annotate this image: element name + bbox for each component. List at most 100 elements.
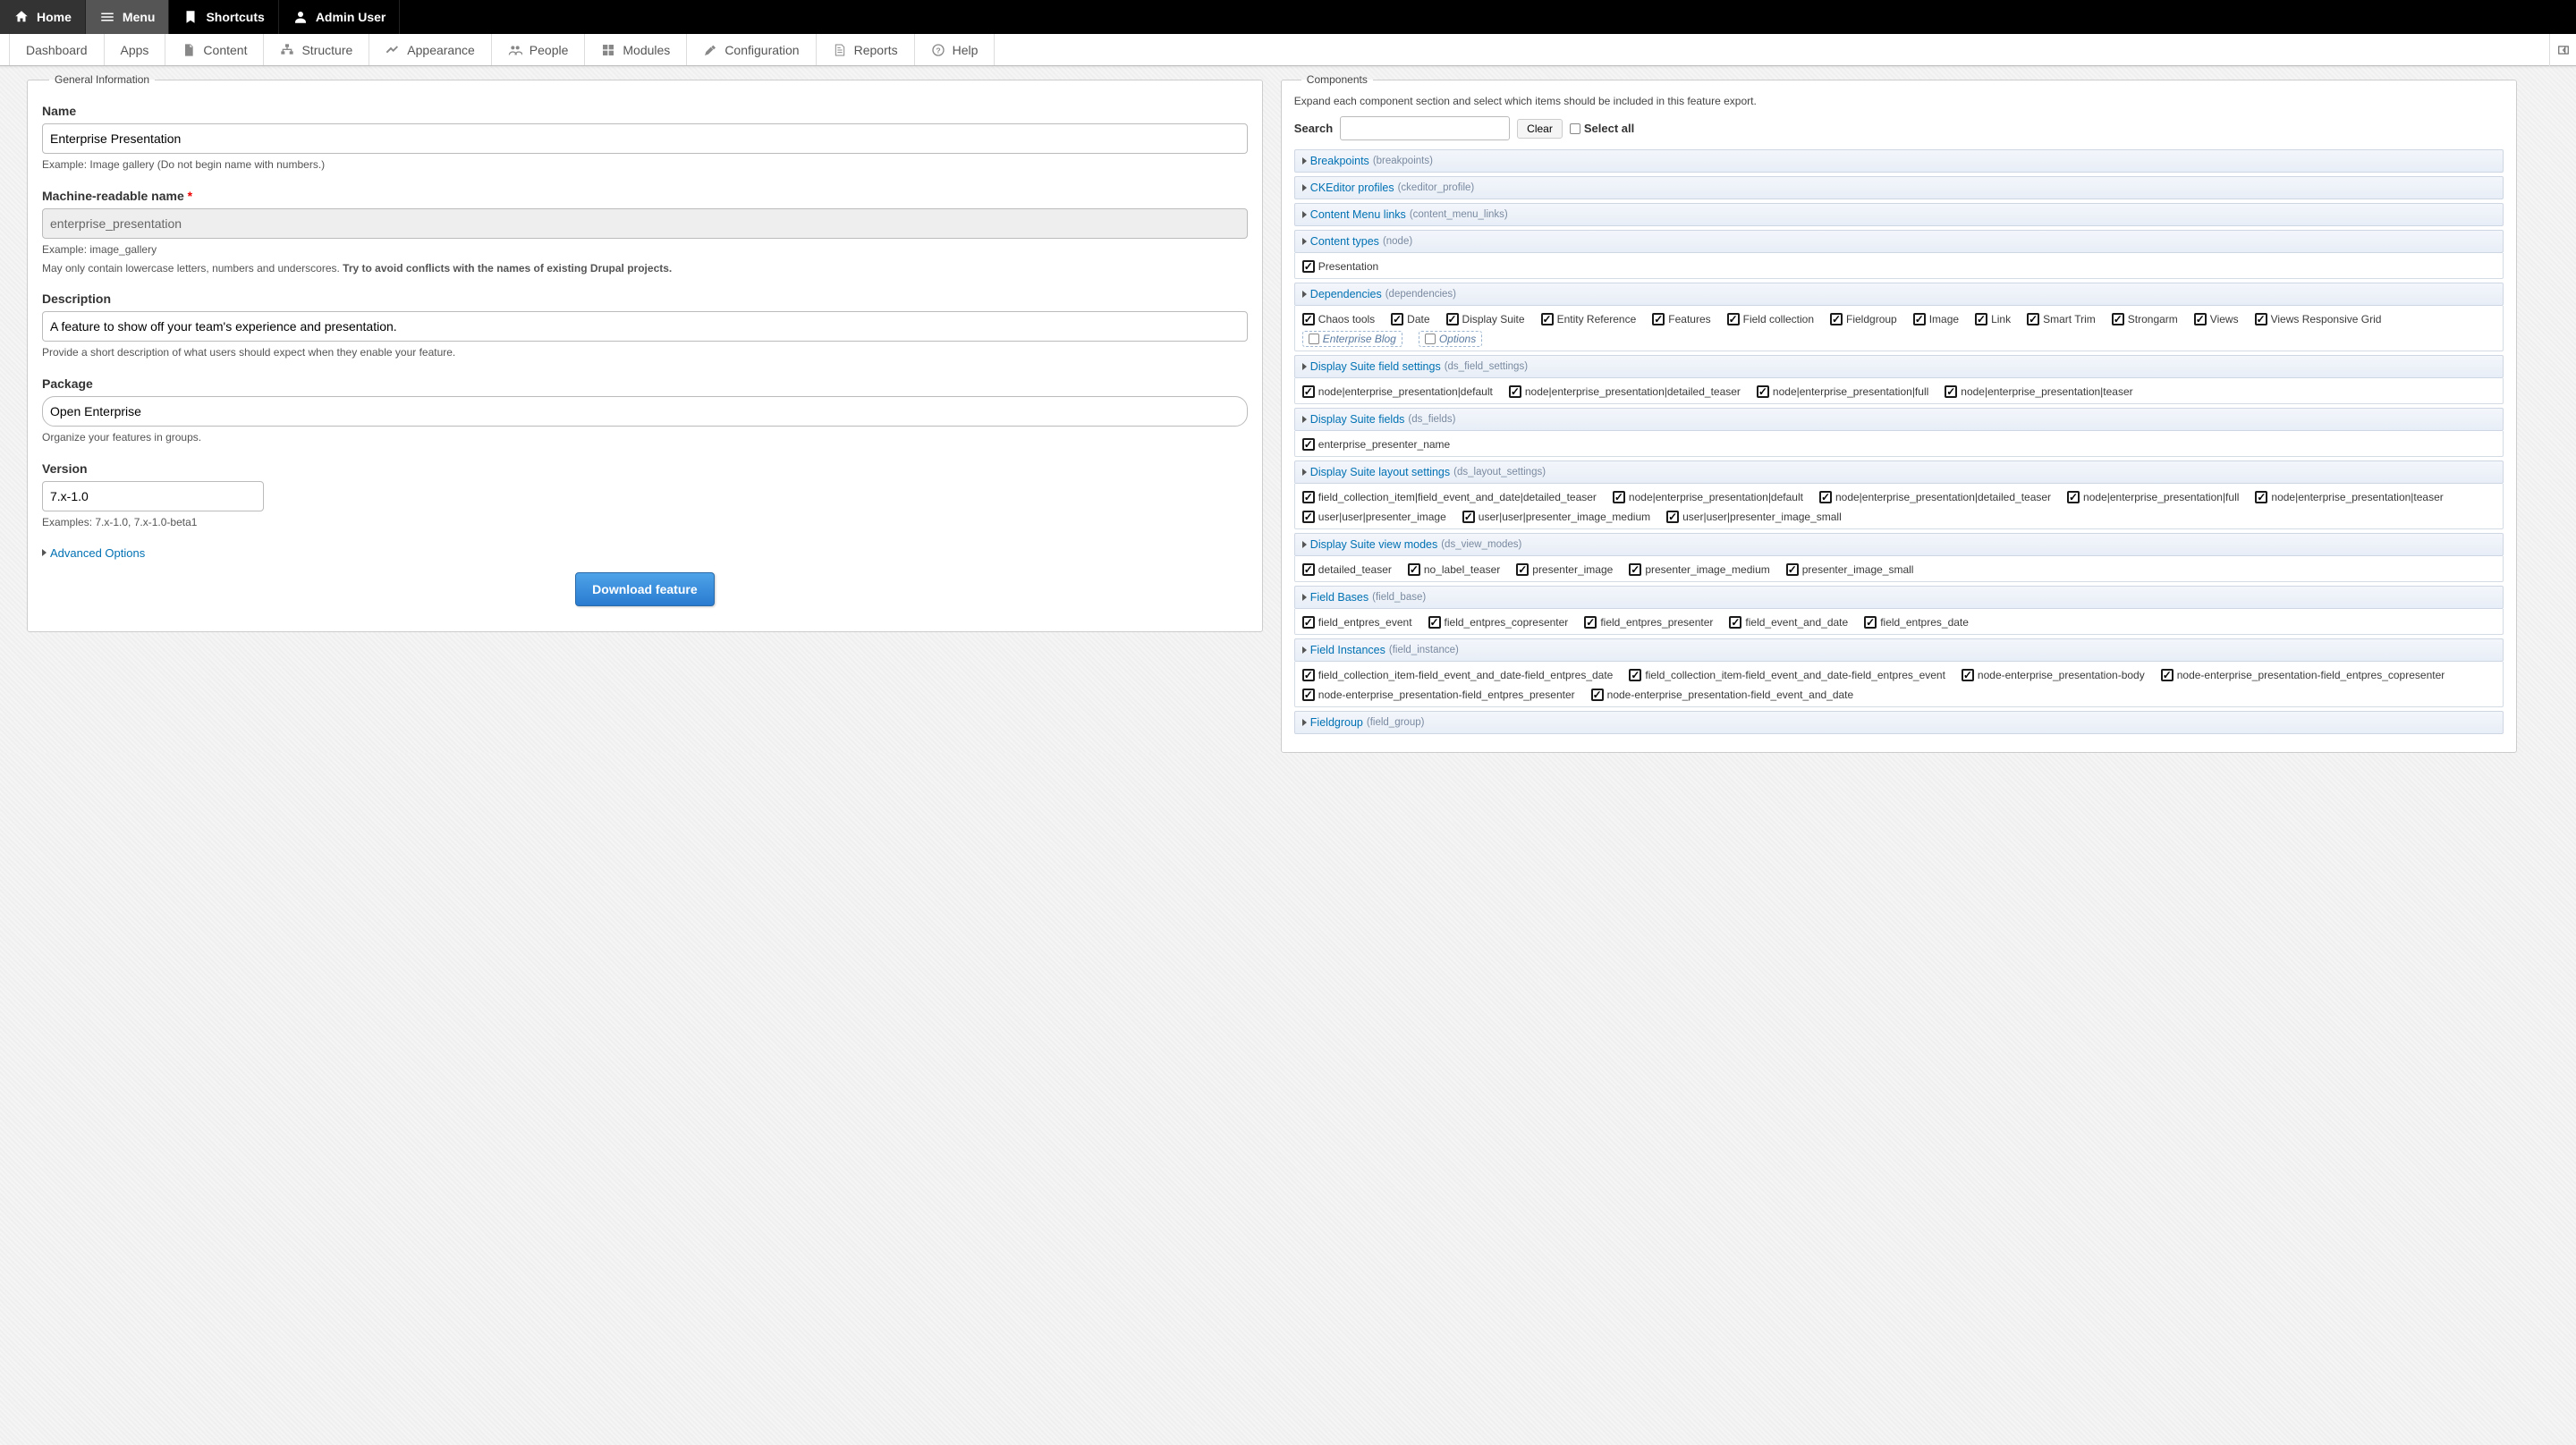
name-input[interactable]: [42, 123, 1248, 154]
component-section-header[interactable]: CKEditor profiles (ckeditor_profile): [1294, 176, 2504, 199]
component-item[interactable]: field_collection_item-field_event_and_da…: [1302, 667, 1614, 683]
download-feature-button[interactable]: Download feature: [575, 572, 714, 606]
select-all-wrapper[interactable]: Select all: [1570, 122, 1634, 135]
component-item[interactable]: user|user|presenter_image: [1302, 509, 1446, 525]
description-input[interactable]: [42, 311, 1248, 342]
component-item-checkbox[interactable]: [2255, 313, 2267, 325]
component-item[interactable]: presenter_image_small: [1786, 562, 1914, 578]
component-item-checkbox[interactable]: [1462, 511, 1475, 523]
component-item-checkbox[interactable]: [1913, 313, 1926, 325]
component-section-header[interactable]: Breakpoints (breakpoints): [1294, 149, 2504, 173]
menu-help[interactable]: ? Help: [915, 34, 996, 65]
component-item-checkbox[interactable]: [1666, 511, 1679, 523]
component-item[interactable]: presenter_image: [1516, 562, 1613, 578]
component-item[interactable]: field_entpres_presenter: [1584, 614, 1713, 630]
component-item-checkbox[interactable]: [1302, 260, 1315, 273]
component-section-header[interactable]: Content Menu links (content_menu_links): [1294, 203, 2504, 226]
component-item-checkbox[interactable]: [1428, 616, 1441, 629]
component-item[interactable]: node|enterprise_presentation|teaser: [1945, 384, 2132, 400]
component-item-checkbox[interactable]: [2194, 313, 2207, 325]
clear-button[interactable]: Clear: [1517, 119, 1563, 139]
component-item[interactable]: node|enterprise_presentation|teaser: [2255, 489, 2443, 505]
component-item-checkbox[interactable]: [1729, 616, 1741, 629]
component-item[interactable]: node-enterprise_presentation-field_event…: [1591, 687, 1854, 703]
menu-modules[interactable]: Modules: [585, 34, 687, 65]
advanced-options-toggle[interactable]: Advanced Options: [42, 546, 1248, 560]
component-item[interactable]: Field collection: [1727, 311, 1814, 327]
menu-people[interactable]: People: [492, 34, 586, 65]
component-item-checkbox[interactable]: [1786, 563, 1799, 576]
component-item-checkbox[interactable]: [1302, 689, 1315, 701]
component-item[interactable]: Link: [1975, 311, 2011, 327]
component-section-header[interactable]: Field Bases (field_base): [1294, 586, 2504, 609]
component-item[interactable]: node-enterprise_presentation-field_entpr…: [2161, 667, 2445, 683]
component-item[interactable]: Strongarm: [2112, 311, 2178, 327]
component-item[interactable]: field_entpres_copresenter: [1428, 614, 1569, 630]
component-item[interactable]: node-enterprise_presentation-body: [1962, 667, 2145, 683]
component-item[interactable]: Views Responsive Grid: [2255, 311, 2382, 327]
component-item-checkbox[interactable]: [1302, 511, 1315, 523]
component-item[interactable]: node|enterprise_presentation|detailed_te…: [1819, 489, 2051, 505]
component-item[interactable]: detailed_teaser: [1302, 562, 1392, 578]
component-item-checkbox[interactable]: [1391, 313, 1403, 325]
component-item-checkbox[interactable]: [2112, 313, 2124, 325]
component-item[interactable]: user|user|presenter_image_medium: [1462, 509, 1650, 525]
menu-reports[interactable]: Reports: [817, 34, 915, 65]
component-item[interactable]: node|enterprise_presentation|full: [2067, 489, 2239, 505]
package-input[interactable]: [42, 396, 1248, 427]
component-item[interactable]: Enterprise Blog: [1302, 331, 1402, 347]
component-section-header[interactable]: Display Suite view modes (ds_view_modes): [1294, 533, 2504, 556]
component-item-checkbox[interactable]: [1727, 313, 1740, 325]
component-item[interactable]: presenter_image_medium: [1629, 562, 1769, 578]
component-item-checkbox[interactable]: [2255, 491, 2267, 503]
component-item[interactable]: enterprise_presenter_name: [1302, 436, 1450, 452]
component-item-checkbox[interactable]: [1864, 616, 1877, 629]
component-item[interactable]: node|enterprise_presentation|detailed_te…: [1509, 384, 1741, 400]
component-section-header[interactable]: Dependencies (dependencies): [1294, 283, 2504, 306]
component-item-checkbox[interactable]: [1819, 491, 1832, 503]
component-item[interactable]: Entity Reference: [1541, 311, 1637, 327]
component-item[interactable]: field_collection_item-field_event_and_da…: [1629, 667, 1945, 683]
menu-structure[interactable]: Structure: [264, 34, 369, 65]
menu-dashboard[interactable]: Dashboard: [9, 34, 105, 65]
component-item[interactable]: Fieldgroup: [1830, 311, 1897, 327]
component-item[interactable]: Smart Trim: [2027, 311, 2096, 327]
component-item[interactable]: node-enterprise_presentation-field_entpr…: [1302, 687, 1575, 703]
component-item-checkbox[interactable]: [1302, 385, 1315, 398]
component-item-checkbox[interactable]: [1302, 669, 1315, 681]
component-item-checkbox[interactable]: [1516, 563, 1529, 576]
menu-appearance[interactable]: Appearance: [369, 34, 492, 65]
component-item-checkbox[interactable]: [1757, 385, 1769, 398]
menu-configuration[interactable]: Configuration: [687, 34, 816, 65]
component-item-checkbox[interactable]: [1652, 313, 1665, 325]
component-item[interactable]: no_label_teaser: [1408, 562, 1500, 578]
component-item-checkbox[interactable]: [1591, 689, 1604, 701]
component-section-header[interactable]: Fieldgroup (field_group): [1294, 711, 2504, 734]
component-item-checkbox[interactable]: [1408, 563, 1420, 576]
component-item[interactable]: Presentation: [1302, 258, 1378, 275]
component-item-checkbox[interactable]: [1425, 334, 1436, 344]
components-search-input[interactable]: [1340, 116, 1510, 140]
component-item-checkbox[interactable]: [1830, 313, 1843, 325]
component-item[interactable]: node|enterprise_presentation|default: [1302, 384, 1493, 400]
component-item[interactable]: Date: [1391, 311, 1429, 327]
component-item-checkbox[interactable]: [1975, 313, 1987, 325]
component-item-checkbox[interactable]: [1629, 563, 1641, 576]
component-item-checkbox[interactable]: [1945, 385, 1957, 398]
version-input[interactable]: [42, 481, 264, 511]
toolbar-shortcuts[interactable]: Shortcuts: [169, 0, 278, 34]
component-section-header[interactable]: Content types (node): [1294, 230, 2504, 253]
toolbar-home[interactable]: Home: [0, 0, 86, 34]
component-item-checkbox[interactable]: [1302, 616, 1315, 629]
toolbar-menu[interactable]: Menu: [86, 0, 170, 34]
component-section-header[interactable]: Field Instances (field_instance): [1294, 638, 2504, 662]
component-item-checkbox[interactable]: [1629, 669, 1641, 681]
select-all-checkbox[interactable]: [1570, 123, 1580, 134]
component-item[interactable]: field_event_and_date: [1729, 614, 1848, 630]
menu-apps[interactable]: Apps: [105, 34, 166, 65]
component-item[interactable]: field_collection_item|field_event_and_da…: [1302, 489, 1597, 505]
menu-content[interactable]: Content: [165, 34, 264, 65]
component-item-checkbox[interactable]: [1302, 438, 1315, 451]
component-item[interactable]: Options: [1419, 331, 1482, 347]
component-item-checkbox[interactable]: [2067, 491, 2080, 503]
